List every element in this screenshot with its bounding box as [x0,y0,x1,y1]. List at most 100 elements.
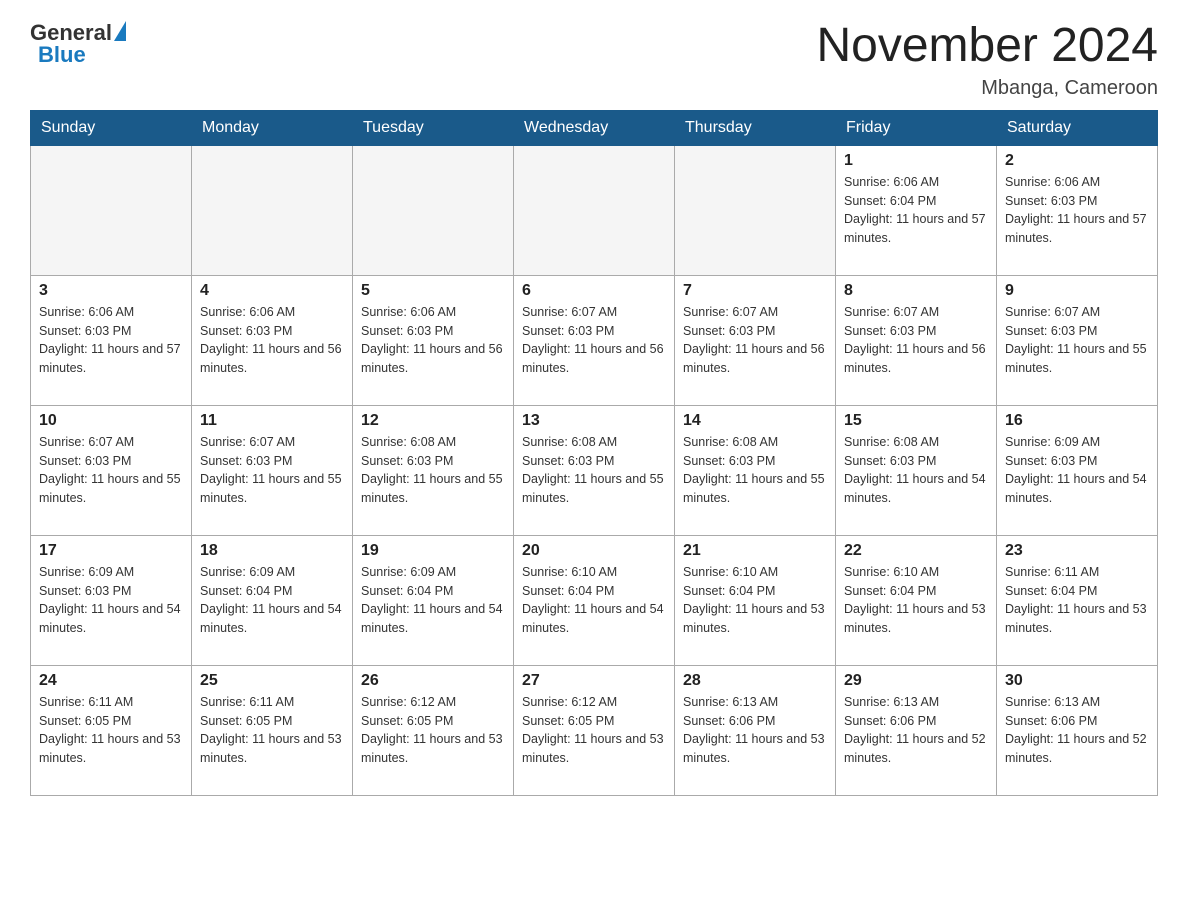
day-number: 21 [683,542,827,560]
day-sun-info: Sunrise: 6:13 AMSunset: 6:06 PMDaylight:… [683,695,825,765]
calendar-day-cell: 16 Sunrise: 6:09 AMSunset: 6:03 PMDayligh… [997,405,1158,535]
day-sun-info: Sunrise: 6:07 AMSunset: 6:03 PMDaylight:… [844,305,986,375]
calendar-day-cell: 8 Sunrise: 6:07 AMSunset: 6:03 PMDaylight… [836,275,997,405]
day-number: 24 [39,672,183,690]
logo-blue-text: Blue [38,42,86,68]
calendar-header-row: SundayMondayTuesdayWednesdayThursdayFrid… [31,110,1158,145]
day-number: 27 [522,672,666,690]
day-number: 11 [200,412,344,430]
weekday-header-sunday: Sunday [31,110,192,145]
calendar-day-cell: 26Sunrise: 6:12 AMSunset: 6:05 PMDayligh… [353,665,514,795]
day-number: 14 [683,412,827,430]
day-sun-info: Sunrise: 6:08 AMSunset: 6:03 PMDaylight:… [844,435,986,505]
weekday-header-tuesday: Tuesday [353,110,514,145]
calendar-week-row: 17Sunrise: 6:09 AMSunset: 6:03 PMDayligh… [31,535,1158,665]
day-sun-info: Sunrise: 6:07 AMSunset: 6:03 PMDaylight:… [39,435,181,505]
calendar-day-cell: 4Sunrise: 6:06 AMSunset: 6:03 PMDaylight… [192,275,353,405]
day-number: 3 [39,282,183,300]
day-sun-info: Sunrise: 6:10 AMSunset: 6:04 PMDaylight:… [683,565,825,635]
day-sun-info: Sunrise: 6:11 AMSunset: 6:05 PMDaylight:… [200,695,342,765]
day-sun-info: Sunrise: 6:06 AMSunset: 6:03 PMDaylight:… [361,305,503,375]
calendar-table: SundayMondayTuesdayWednesdayThursdayFrid… [30,110,1158,796]
calendar-week-row: 1 Sunrise: 6:06 AMSunset: 6:04 PMDaylight… [31,145,1158,275]
day-number: 5 [361,282,505,300]
day-number: 13 [522,412,666,430]
calendar-day-cell: 15 Sunrise: 6:08 AMSunset: 6:03 PMDayligh… [836,405,997,535]
day-number: 6 [522,282,666,300]
calendar-day-cell: 17Sunrise: 6:09 AMSunset: 6:03 PMDayligh… [31,535,192,665]
calendar-day-cell: 29Sunrise: 6:13 AMSunset: 6:06 PMDayligh… [836,665,997,795]
day-number: 19 [361,542,505,560]
day-sun-info: Sunrise: 6:10 AMSunset: 6:04 PMDaylight:… [844,565,986,635]
calendar-day-cell [31,145,192,275]
day-number: 28 [683,672,827,690]
calendar-day-cell: 22 Sunrise: 6:10 AMSunset: 6:04 PMDayligh… [836,535,997,665]
calendar-day-cell: 18 Sunrise: 6:09 AMSunset: 6:04 PMDayligh… [192,535,353,665]
calendar-day-cell: 5 Sunrise: 6:06 AMSunset: 6:03 PMDaylight… [353,275,514,405]
weekday-header-monday: Monday [192,110,353,145]
page-header: General Blue November 2024 Mbanga, Camer… [30,20,1158,100]
logo: General Blue [30,20,126,68]
calendar-week-row: 24 Sunrise: 6:11 AMSunset: 6:05 PMDayligh… [31,665,1158,795]
day-number: 16 [1005,412,1149,430]
weekday-header-wednesday: Wednesday [514,110,675,145]
weekday-header-thursday: Thursday [675,110,836,145]
calendar-day-cell [675,145,836,275]
day-sun-info: Sunrise: 6:09 AMSunset: 6:04 PMDaylight:… [361,565,503,635]
day-number: 18 [200,542,344,560]
day-number: 12 [361,412,505,430]
day-sun-info: Sunrise: 6:09 AMSunset: 6:03 PMDaylight:… [1005,435,1147,505]
day-number: 30 [1005,672,1149,690]
calendar-day-cell: 20Sunrise: 6:10 AMSunset: 6:04 PMDayligh… [514,535,675,665]
day-number: 22 [844,542,988,560]
day-sun-info: Sunrise: 6:06 AMSunset: 6:03 PMDaylight:… [1005,175,1147,245]
calendar-day-cell: 24 Sunrise: 6:11 AMSunset: 6:05 PMDayligh… [31,665,192,795]
calendar-day-cell: 19 Sunrise: 6:09 AMSunset: 6:04 PMDayligh… [353,535,514,665]
weekday-header-saturday: Saturday [997,110,1158,145]
day-number: 2 [1005,152,1149,170]
day-sun-info: Sunrise: 6:08 AMSunset: 6:03 PMDaylight:… [683,435,825,505]
day-sun-info: Sunrise: 6:09 AMSunset: 6:03 PMDaylight:… [39,565,181,635]
day-number: 29 [844,672,988,690]
day-number: 8 [844,282,988,300]
calendar-day-cell: 9Sunrise: 6:07 AMSunset: 6:03 PMDaylight… [997,275,1158,405]
day-sun-info: Sunrise: 6:07 AMSunset: 6:03 PMDaylight:… [200,435,342,505]
day-number: 1 [844,152,988,170]
calendar-day-cell: 28 Sunrise: 6:13 AMSunset: 6:06 PMDayligh… [675,665,836,795]
calendar-day-cell: 14 Sunrise: 6:08 AMSunset: 6:03 PMDayligh… [675,405,836,535]
logo-triangle-icon [114,21,126,41]
day-sun-info: Sunrise: 6:07 AMSunset: 6:03 PMDaylight:… [522,305,664,375]
day-number: 7 [683,282,827,300]
month-title: November 2024 [816,20,1158,73]
calendar-day-cell: 6 Sunrise: 6:07 AMSunset: 6:03 PMDaylight… [514,275,675,405]
calendar-day-cell: 7 Sunrise: 6:07 AMSunset: 6:03 PMDaylight… [675,275,836,405]
day-sun-info: Sunrise: 6:06 AMSunset: 6:04 PMDaylight:… [844,175,986,245]
day-number: 15 [844,412,988,430]
day-number: 10 [39,412,183,430]
day-sun-info: Sunrise: 6:12 AMSunset: 6:05 PMDaylight:… [522,695,664,765]
calendar-week-row: 10 Sunrise: 6:07 AMSunset: 6:03 PMDayligh… [31,405,1158,535]
day-sun-info: Sunrise: 6:13 AMSunset: 6:06 PMDaylight:… [1005,695,1147,765]
day-sun-info: Sunrise: 6:07 AMSunset: 6:03 PMDaylight:… [683,305,825,375]
day-sun-info: Sunrise: 6:12 AMSunset: 6:05 PMDaylight:… [361,695,503,765]
calendar-day-cell: 30 Sunrise: 6:13 AMSunset: 6:06 PMDayligh… [997,665,1158,795]
day-sun-info: Sunrise: 6:08 AMSunset: 6:03 PMDaylight:… [522,435,664,505]
day-sun-info: Sunrise: 6:06 AMSunset: 6:03 PMDaylight:… [200,305,342,375]
day-number: 20 [522,542,666,560]
calendar-week-row: 3 Sunrise: 6:06 AMSunset: 6:03 PMDaylight… [31,275,1158,405]
weekday-header-friday: Friday [836,110,997,145]
calendar-day-cell [514,145,675,275]
day-sun-info: Sunrise: 6:11 AMSunset: 6:05 PMDaylight:… [39,695,181,765]
day-number: 25 [200,672,344,690]
calendar-day-cell: 21 Sunrise: 6:10 AMSunset: 6:04 PMDayligh… [675,535,836,665]
calendar-day-cell: 23Sunrise: 6:11 AMSunset: 6:04 PMDayligh… [997,535,1158,665]
calendar-day-cell: 27 Sunrise: 6:12 AMSunset: 6:05 PMDayligh… [514,665,675,795]
day-sun-info: Sunrise: 6:07 AMSunset: 6:03 PMDaylight:… [1005,305,1147,375]
day-sun-info: Sunrise: 6:06 AMSunset: 6:03 PMDaylight:… [39,305,181,375]
calendar-day-cell: 3 Sunrise: 6:06 AMSunset: 6:03 PMDaylight… [31,275,192,405]
calendar-day-cell: 25 Sunrise: 6:11 AMSunset: 6:05 PMDayligh… [192,665,353,795]
day-number: 23 [1005,542,1149,560]
calendar-day-cell [353,145,514,275]
calendar-day-cell [192,145,353,275]
day-sun-info: Sunrise: 6:09 AMSunset: 6:04 PMDaylight:… [200,565,342,635]
